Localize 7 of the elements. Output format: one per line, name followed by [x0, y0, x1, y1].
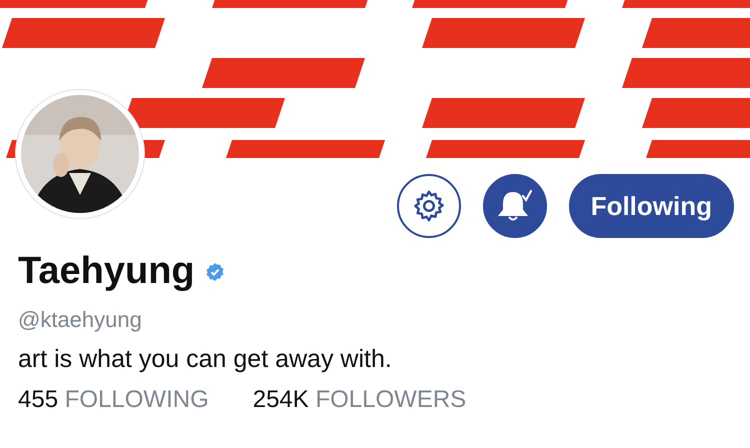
stat-link[interactable]: 455 FOLLOWING	[18, 386, 209, 414]
profile-bio: art is what you can get away with.	[18, 345, 393, 374]
profile-name: Taehyung	[18, 250, 195, 293]
profile-handle: @ktaehyung	[18, 307, 143, 333]
stat-link[interactable]: 254K FOLLOWERS	[252, 386, 466, 414]
following-button[interactable]: Following	[568, 174, 734, 238]
bell-icon	[496, 189, 533, 223]
